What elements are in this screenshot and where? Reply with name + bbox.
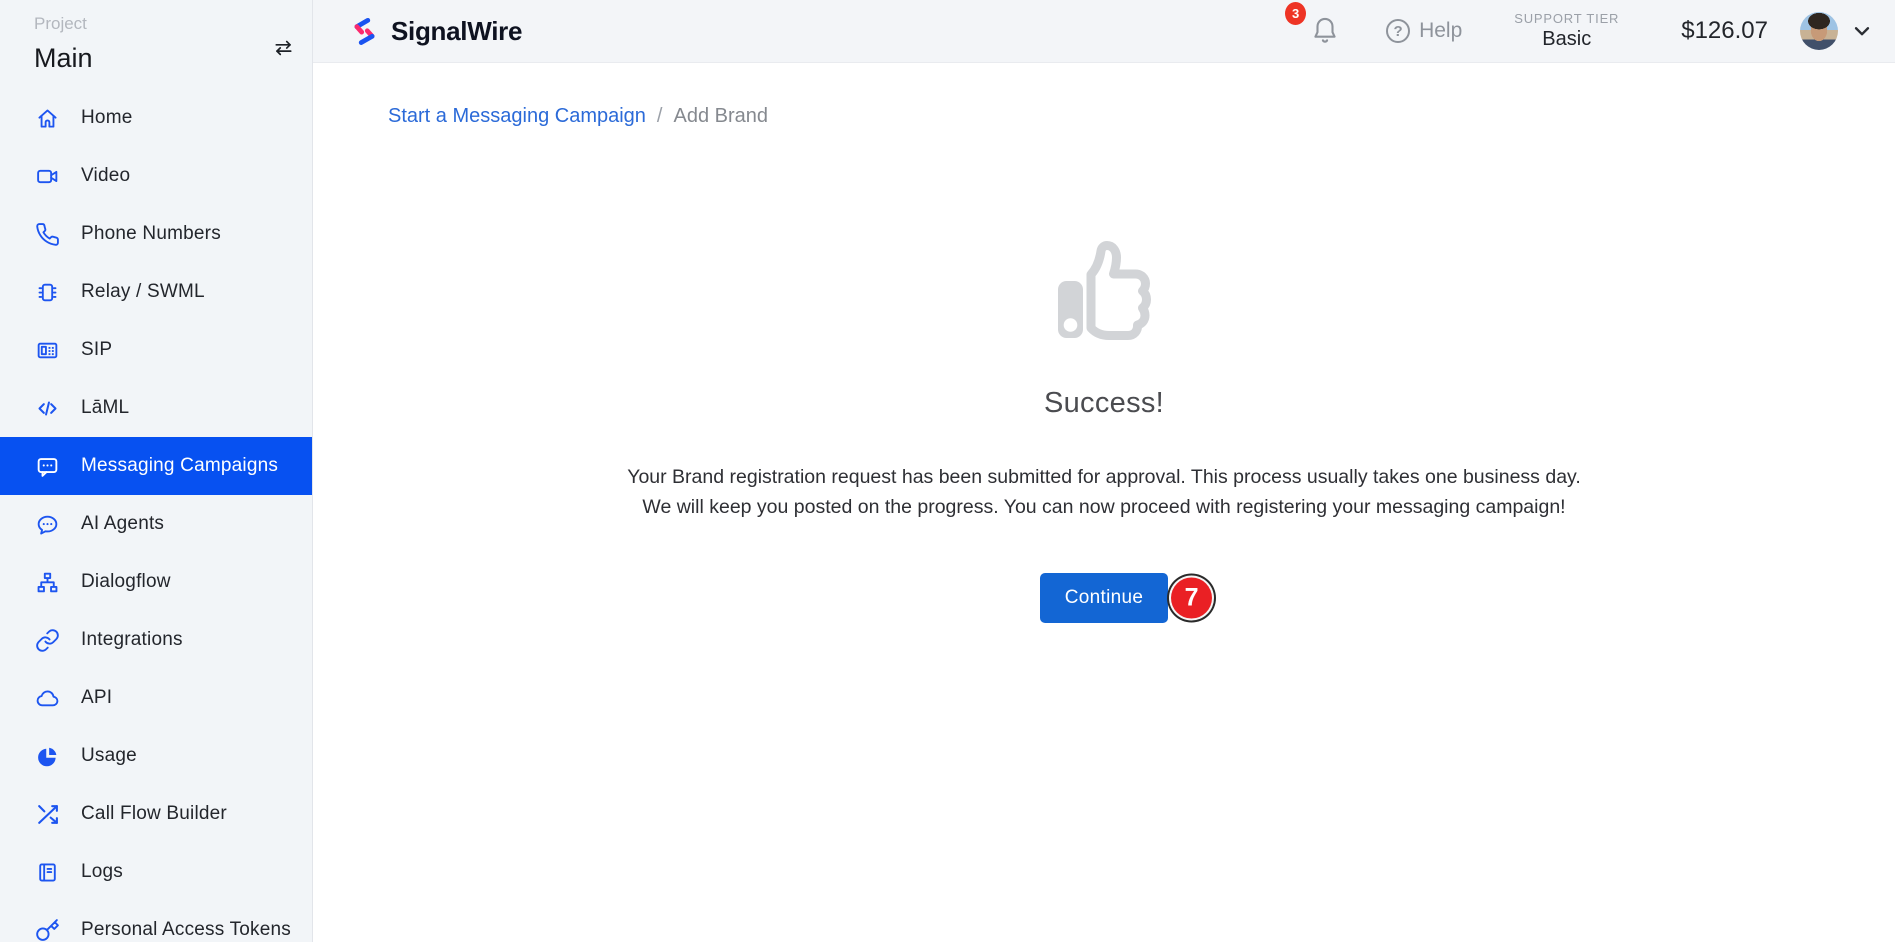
sidebar-item-label: AI Agents	[81, 513, 164, 535]
cloud-icon	[34, 685, 60, 711]
success-panel: Success! Your Brand registration request…	[313, 128, 1895, 623]
sidebar-item-label: Home	[81, 107, 132, 129]
notifications-button[interactable]: 3	[1310, 15, 1340, 47]
account-balance[interactable]: $126.07	[1681, 17, 1768, 45]
sidebar-item-label: Call Flow Builder	[81, 803, 227, 825]
key-icon	[34, 917, 60, 942]
breadcrumb-separator: /	[657, 105, 663, 128]
code-icon	[34, 395, 60, 421]
home-icon	[34, 105, 60, 131]
chat-bubble-icon	[34, 453, 60, 479]
sidebar-item-dialogflow[interactable]: Dialogflow	[0, 553, 312, 611]
project-name: Main	[34, 42, 278, 74]
continue-button-label: Continue	[1065, 587, 1143, 608]
sidebar-item-logs[interactable]: Logs	[0, 843, 312, 901]
pie-chart-icon	[34, 743, 60, 769]
fax-phone-icon	[34, 337, 60, 363]
sidebar-item-phone-numbers[interactable]: Phone Numbers	[0, 205, 312, 263]
avatar[interactable]	[1800, 12, 1838, 50]
thumbs-up-icon	[1042, 232, 1166, 352]
switch-project-button[interactable]	[268, 34, 298, 60]
sidebar-item-usage[interactable]: Usage	[0, 727, 312, 785]
signalwire-logo[interactable]: SignalWire	[349, 15, 522, 48]
sidebar-item-label: Messaging Campaigns	[81, 455, 278, 477]
sidebar-item-ai-agents[interactable]: AI Agents	[0, 495, 312, 553]
sidebar-item-home[interactable]: Home	[0, 89, 312, 147]
support-tier-label: SUPPORT TIER	[1514, 11, 1619, 26]
sidebar-item-label: SIP	[81, 339, 112, 361]
breadcrumb-current: Add Brand	[673, 105, 768, 128]
help-label: Help	[1419, 19, 1462, 43]
shuffle-icon	[34, 801, 60, 827]
success-message: Your Brand registration request has been…	[625, 463, 1583, 522]
continue-button[interactable]: Continue 7	[1040, 573, 1168, 623]
chevron-down-icon[interactable]	[1851, 20, 1873, 42]
main-content: Start a Messaging Campaign / Add Brand S…	[313, 63, 1895, 942]
sidebar-item-label: Dialogflow	[81, 571, 171, 593]
sidebar-item-label: Usage	[81, 745, 137, 767]
cta-row: Continue 7	[313, 573, 1895, 623]
topbar-right: 3 ? Help SUPPORT TIER Basic $126.07	[1310, 11, 1873, 51]
link-icon	[34, 627, 60, 653]
support-tier-value: Basic	[1514, 28, 1619, 51]
book-icon	[34, 859, 60, 885]
sidebar-item-label: Logs	[81, 861, 123, 883]
signalwire-logo-icon	[349, 15, 380, 48]
flow-tree-icon	[34, 569, 60, 595]
sidebar-item-label: Personal Access Tokens	[81, 919, 291, 941]
sidebar-item-api[interactable]: API	[0, 669, 312, 727]
sidebar-item-label: Integrations	[81, 629, 183, 651]
sidebar-item-label: Relay / SWML	[81, 281, 205, 303]
success-heading: Success!	[313, 387, 1895, 420]
support-tier: SUPPORT TIER Basic	[1514, 11, 1619, 51]
sidebar-item-video[interactable]: Video	[0, 147, 312, 205]
notification-count-badge: 3	[1285, 2, 1306, 25]
sidebar-item-label: API	[81, 687, 112, 709]
sidebar-item-laml[interactable]: LāML	[0, 379, 312, 437]
project-label: Project	[34, 13, 278, 35]
phone-icon	[34, 221, 60, 247]
project-header: Project Main	[0, 0, 312, 74]
sidebar-item-integrations[interactable]: Integrations	[0, 611, 312, 669]
bell-icon	[1310, 15, 1340, 47]
sidebar-item-label: LāML	[81, 397, 129, 419]
sidebar: Project Main Home Video	[0, 0, 313, 942]
breadcrumb-link-start-messaging-campaign[interactable]: Start a Messaging Campaign	[388, 105, 646, 128]
speech-bubble-icon	[34, 511, 60, 537]
annotation-marker-7: 7	[1171, 578, 1212, 619]
swap-arrows-icon	[270, 36, 297, 59]
brand-name: SignalWire	[391, 16, 522, 47]
sidebar-item-relay-swml[interactable]: Relay / SWML	[0, 263, 312, 321]
sidebar-nav: Home Video Phone Numbers Relay / SWML SI…	[0, 89, 312, 942]
chip-icon	[34, 279, 60, 305]
sidebar-item-messaging-campaigns[interactable]: Messaging Campaigns	[0, 437, 312, 495]
sidebar-item-label: Phone Numbers	[81, 223, 221, 245]
sidebar-item-call-flow-builder[interactable]: Call Flow Builder	[0, 785, 312, 843]
sidebar-item-personal-access-tokens[interactable]: Personal Access Tokens	[0, 901, 312, 942]
topbar: SignalWire 3 ? Help SUPPORT TIER Basic $…	[313, 0, 1895, 63]
help-button[interactable]: ? Help	[1386, 19, 1462, 43]
sidebar-item-label: Video	[81, 165, 130, 187]
breadcrumb: Start a Messaging Campaign / Add Brand	[313, 63, 1895, 128]
video-camera-icon	[34, 163, 60, 189]
sidebar-item-sip[interactable]: SIP	[0, 321, 312, 379]
question-mark-icon: ?	[1386, 19, 1410, 43]
